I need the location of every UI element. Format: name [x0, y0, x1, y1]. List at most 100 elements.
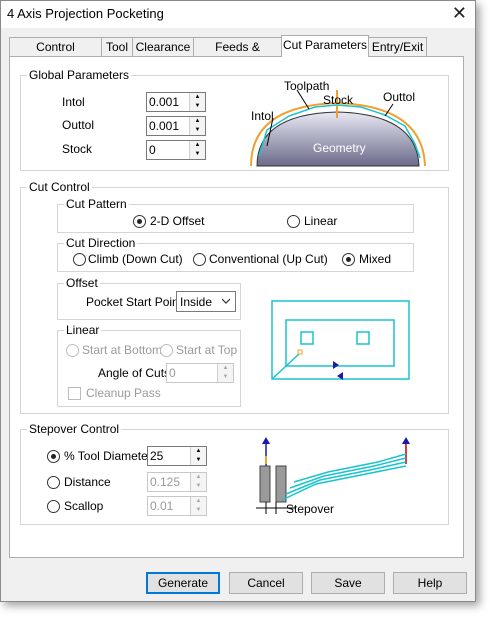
island-right: [356, 331, 370, 345]
global-parameters-group: Global Parameters Intol ▲▼ Outtol ▲▼ Sto…: [20, 68, 449, 171]
start-bottom-label[interactable]: Start at Bottom: [82, 343, 162, 357]
tab-tool[interactable]: Tool: [101, 37, 133, 56]
cutter-right-icon: [275, 465, 287, 503]
intol-diagram-label: Intol: [251, 109, 274, 123]
dialog-window: 4 Axis Projection Pocketing ✕ Control Ge…: [0, 0, 476, 602]
distance-spinner[interactable]: ▲▼: [147, 472, 207, 492]
angle-of-cuts-label: Angle of Cuts: [98, 366, 171, 380]
cut-direction-title: Cut Direction: [64, 236, 138, 250]
climb-label[interactable]: Climb (Down Cut): [88, 252, 183, 266]
pocket-start-label: Pocket Start Point: [86, 295, 183, 309]
angle-of-cuts-input[interactable]: [169, 365, 207, 380]
cut-pattern-group: Cut Pattern 2-D Offset Linear: [57, 197, 414, 233]
pass-line-1: [281, 465, 407, 501]
down-arrow-icon[interactable]: ▼: [190, 150, 205, 159]
linear-title: Linear: [64, 323, 102, 337]
tab-clearance[interactable]: Clearance: [132, 37, 194, 56]
distance-input[interactable]: [150, 474, 188, 489]
tolerance-diagram: Toolpath Stock Intol Outtol Geometry: [250, 79, 426, 167]
help-button[interactable]: Help: [393, 572, 467, 594]
tab-feeds-speeds[interactable]: Feeds & Speeds: [193, 37, 282, 72]
stepover-control-title: Stepover Control: [27, 422, 122, 436]
cut-direction-group: Cut Direction Climb (Down Cut) Conventio…: [57, 236, 414, 272]
offset-2d-label[interactable]: 2-D Offset: [150, 214, 204, 228]
stock-diagram-label: Stock: [323, 93, 354, 107]
conventional-radio[interactable]: [193, 253, 206, 266]
cleanup-pass-label[interactable]: Cleanup Pass: [86, 386, 161, 400]
pocket-start-value: Inside: [180, 295, 213, 309]
pass-line-3: [289, 457, 407, 489]
stepover-control-group: Stepover Control % Tool Diameter ▲▼ Dist…: [20, 422, 449, 525]
up-arrow-icon: [262, 437, 270, 444]
pocket-start-select[interactable]: Inside: [176, 291, 236, 312]
down-arrow-icon[interactable]: ▼: [191, 456, 206, 465]
cancel-button[interactable]: Cancel: [229, 572, 303, 594]
down-arrow-icon[interactable]: ▼: [190, 126, 205, 135]
title-bar: 4 Axis Projection Pocketing ✕: [1, 1, 475, 28]
angle-of-cuts-spinner[interactable]: ▲▼: [166, 363, 234, 383]
down-arrow-icon[interactable]: ▼: [191, 506, 206, 515]
offset-title: Offset: [64, 276, 100, 290]
window-title: 4 Axis Projection Pocketing: [7, 6, 164, 21]
generate-button[interactable]: Generate: [146, 572, 220, 594]
chevron-down-icon: [222, 298, 230, 304]
tool-diameter-label[interactable]: % Tool Diameter: [64, 449, 152, 463]
distance-label[interactable]: Distance: [64, 475, 111, 489]
start-point-marker: [297, 349, 303, 355]
down-arrow-icon[interactable]: ▼: [190, 102, 205, 111]
linear-group: Linear Start at Bottom Start at Top Angl…: [57, 323, 241, 407]
linear-pattern-label[interactable]: Linear: [304, 214, 337, 228]
scallop-radio[interactable]: [47, 500, 60, 513]
pocket-offset-path: [285, 319, 395, 367]
linear-pattern-radio[interactable]: [287, 215, 300, 228]
mixed-label[interactable]: Mixed: [359, 252, 391, 266]
direction-arrow-icon: [333, 361, 339, 369]
down-arrow-icon[interactable]: ▼: [218, 373, 233, 382]
climb-radio[interactable]: [73, 253, 86, 266]
start-bottom-radio[interactable]: [66, 344, 79, 357]
cut-control-title: Cut Control: [27, 180, 92, 194]
intol-input[interactable]: [149, 94, 187, 109]
down-arrow-icon[interactable]: ▼: [191, 482, 206, 491]
tool-diameter-input[interactable]: [150, 448, 188, 463]
distance-radio[interactable]: [47, 476, 60, 489]
conventional-label[interactable]: Conventional (Up Cut): [209, 252, 328, 266]
stock-spinner[interactable]: ▲▼: [146, 140, 206, 160]
scallop-spinner[interactable]: ▲▼: [147, 496, 207, 516]
intol-label: Intol: [62, 95, 85, 109]
tab-cut-parameters[interactable]: Cut Parameters: [281, 35, 369, 57]
tab-entry-exit[interactable]: Entry/Exit: [368, 37, 427, 56]
tab-panel: Global Parameters Intol ▲▼ Outtol ▲▼ Sto…: [9, 56, 464, 558]
stepover-diagram: Stepover: [256, 437, 410, 516]
intol-spinner[interactable]: ▲▼: [146, 92, 206, 112]
stepover-diagram-label: Stepover: [286, 502, 334, 516]
tool-diameter-spinner[interactable]: ▲▼: [147, 446, 207, 466]
offset-group: Offset Pocket Start Point Inside: [57, 276, 241, 320]
outtol-input[interactable]: [149, 118, 187, 133]
stock-label: Stock: [62, 142, 93, 156]
close-icon[interactable]: ✕: [452, 3, 467, 24]
geometry-diagram-label: Geometry: [313, 141, 366, 155]
outer-boundary: [271, 300, 410, 380]
tool-diameter-radio[interactable]: [47, 450, 60, 463]
toolpath-diagram-label: Toolpath: [284, 79, 329, 93]
up-arrow-icon: [402, 437, 410, 444]
save-button[interactable]: Save: [311, 572, 385, 594]
cut-pattern-title: Cut Pattern: [64, 197, 129, 211]
outtol-diagram-label: Outtol: [383, 90, 415, 104]
cleanup-pass-checkbox[interactable]: [68, 387, 81, 400]
outtol-label: Outtol: [62, 118, 95, 132]
stock-input[interactable]: [149, 142, 187, 157]
offset-2d-radio[interactable]: [133, 215, 146, 228]
tab-control-geometry[interactable]: Control Geometry: [9, 37, 102, 72]
start-top-radio[interactable]: [160, 344, 173, 357]
cut-control-group: Cut Control Cut Pattern 2-D Offset Linea…: [20, 180, 449, 414]
scallop-label[interactable]: Scallop: [64, 499, 103, 513]
scallop-input[interactable]: [150, 498, 188, 513]
outtol-spinner[interactable]: ▲▼: [146, 116, 206, 136]
cutter-left-icon: [259, 465, 271, 503]
island-left: [300, 331, 314, 345]
mixed-radio[interactable]: [342, 253, 355, 266]
start-top-label[interactable]: Start at Top: [176, 343, 237, 357]
pocket-offset-diagram: [271, 300, 410, 380]
